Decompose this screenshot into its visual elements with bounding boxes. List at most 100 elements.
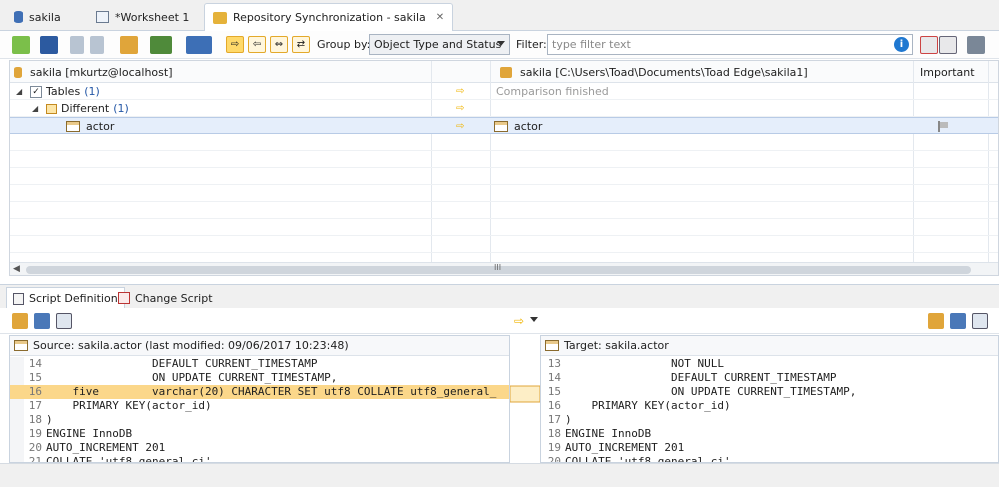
target-pane: Target: sakila.actor 13 NOT NULL 14 DEFA… bbox=[540, 335, 999, 463]
copy-script-icon[interactable] bbox=[950, 313, 966, 329]
save-icon[interactable] bbox=[40, 36, 58, 54]
code-line: 17) bbox=[541, 413, 998, 427]
code-text: PRIMARY KEY(actor_id) bbox=[46, 399, 212, 412]
code-text: ENGINE InnoDB bbox=[46, 427, 133, 440]
tab-label: *Worksheet 1 bbox=[115, 10, 190, 24]
tree-row-empty bbox=[10, 236, 998, 253]
group-by-select[interactable]: Object Type and Status bbox=[369, 34, 510, 55]
comparison-grid: sakila [mkurtz@localhost] sakila [C:\Use… bbox=[9, 60, 999, 276]
arrow-right-icon: ⇨ bbox=[230, 39, 240, 50]
row-count: (1) bbox=[84, 85, 100, 98]
code-text: five varchar(20) CHARACTER SET utf8 COLL… bbox=[46, 385, 497, 398]
sql-export-icon[interactable] bbox=[972, 313, 988, 329]
settings-icon[interactable] bbox=[120, 36, 138, 54]
line-number: 20 bbox=[28, 441, 42, 454]
tab-worksheet[interactable]: *Worksheet 1 bbox=[88, 4, 197, 30]
line-number: 16 bbox=[28, 385, 42, 398]
tree-row-actor[interactable]: actor ⇨ actor bbox=[10, 117, 998, 134]
tree-row-different[interactable]: ◢ Different (1) ⇨ bbox=[10, 100, 998, 117]
target-code[interactable]: 13 NOT NULL 14 DEFAULT CURRENT_TIMESTAMP… bbox=[541, 357, 998, 463]
tree-row-tables[interactable]: ◢ ✓ Tables (1) ⇨ Comparison finished bbox=[10, 83, 998, 100]
tab-label: sakila bbox=[29, 10, 61, 24]
code-text: ) bbox=[565, 413, 572, 426]
code-text: NOT NULL bbox=[565, 357, 724, 370]
group-by-label: Group by: bbox=[317, 38, 371, 51]
copy-right-icon[interactable] bbox=[90, 36, 104, 54]
line-number: 17 bbox=[28, 399, 42, 412]
chevron-down-icon[interactable] bbox=[530, 317, 538, 322]
line-number: 21 bbox=[28, 455, 42, 463]
ignore-icon[interactable] bbox=[920, 36, 938, 54]
chevron-down-icon bbox=[497, 41, 505, 46]
layout-dropdown-icon[interactable] bbox=[186, 36, 212, 54]
toggle-view-icon[interactable] bbox=[939, 36, 957, 54]
code-text: ON UPDATE CURRENT_TIMESTAMP, bbox=[46, 371, 338, 384]
collapse-triangle-icon[interactable]: ◢ bbox=[16, 87, 26, 96]
code-text: PRIMARY KEY(actor_id) bbox=[565, 399, 731, 412]
tab-label: Script Definition bbox=[29, 292, 118, 305]
info-icon[interactable]: i bbox=[894, 37, 909, 52]
script-icon bbox=[13, 292, 24, 305]
line-number: 18 bbox=[28, 413, 42, 426]
code-line: 19 ENGINE InnoDB bbox=[10, 427, 509, 441]
collapse-triangle-icon[interactable]: ◢ bbox=[32, 104, 42, 113]
left-column-header[interactable]: sakila [mkurtz@localhost] bbox=[14, 61, 172, 83]
show-conflicts-button[interactable]: ⇔ bbox=[270, 36, 288, 53]
tables-checkbox[interactable]: ✓ bbox=[30, 85, 42, 98]
line-number: 18 bbox=[547, 427, 561, 440]
left-header-label: sakila [mkurtz@localhost] bbox=[30, 65, 173, 79]
horizontal-scrollbar[interactable]: ◀ III bbox=[10, 262, 998, 275]
folder-database-icon bbox=[500, 66, 512, 78]
sql-worksheet-icon bbox=[96, 11, 109, 23]
code-text: ENGINE InnoDB bbox=[565, 427, 652, 440]
tab-change-script[interactable]: Change Script bbox=[112, 287, 219, 309]
group-by-value: Object Type and Status bbox=[374, 38, 502, 51]
filter-input[interactable]: type filter text i bbox=[547, 34, 913, 55]
line-number: 14 bbox=[28, 357, 42, 370]
tree-row-empty bbox=[10, 134, 998, 151]
source-code[interactable]: 14 DEFAULT CURRENT_TIMESTAMP 15 ON UPDAT… bbox=[10, 357, 509, 463]
tab-repository-synchronization[interactable]: Repository Synchronization - sakila ✕ bbox=[204, 3, 454, 31]
code-line: 13 NOT NULL bbox=[541, 357, 998, 371]
different-icon bbox=[46, 103, 57, 114]
close-icon[interactable]: ✕ bbox=[436, 12, 444, 23]
show-all-button[interactable]: ⇨ bbox=[226, 36, 244, 53]
code-line: 18 ENGINE InnoDB bbox=[541, 427, 998, 441]
compare-icon[interactable] bbox=[12, 36, 30, 54]
line-number: 19 bbox=[547, 441, 561, 454]
source-title: Source: sakila.actor (last modified: 09/… bbox=[33, 339, 349, 352]
line-number: 19 bbox=[28, 427, 42, 440]
arrow-right-icon: ⇨ bbox=[456, 103, 465, 114]
tree-row-empty bbox=[10, 219, 998, 236]
code-text: COLLATE 'utf8_general_ci' bbox=[565, 455, 731, 463]
sql-export-icon[interactable] bbox=[56, 313, 72, 329]
right-column-header[interactable]: sakila [C:\Users\Toad\Documents\Toad Edg… bbox=[500, 61, 808, 83]
tab-script-definition[interactable]: Script Definition bbox=[6, 287, 125, 309]
table-icon bbox=[66, 121, 80, 132]
tab-label: Repository Synchronization - sakila bbox=[233, 11, 426, 24]
flag-icon[interactable] bbox=[938, 118, 948, 135]
right-header-label: sakila [C:\Users\Toad\Documents\Toad Edg… bbox=[520, 65, 808, 79]
filter-placeholder: type filter text bbox=[552, 38, 631, 51]
code-line: 17 PRIMARY KEY(actor_id) bbox=[10, 399, 509, 413]
line-number: 20 bbox=[547, 455, 561, 463]
table-icon bbox=[494, 121, 508, 132]
tools-icon[interactable] bbox=[967, 36, 985, 54]
filter-dropdown-icon[interactable] bbox=[150, 36, 172, 54]
database-icon bbox=[14, 11, 23, 23]
open-script-icon[interactable] bbox=[928, 313, 944, 329]
important-column-header[interactable]: Important bbox=[920, 61, 975, 83]
conflict-icon: ⇔ bbox=[274, 39, 284, 50]
copy-script-icon[interactable] bbox=[34, 313, 50, 329]
open-script-icon[interactable] bbox=[12, 313, 28, 329]
arrow-right-icon: ⇨ bbox=[456, 86, 465, 97]
scroll-left-icon[interactable]: ◀ bbox=[13, 264, 20, 274]
code-text: AUTO_INCREMENT 201 bbox=[46, 441, 166, 454]
editor-tab-bar: sakila *Worksheet 1 Repository Synchroni… bbox=[0, 0, 999, 31]
arrow-right-icon[interactable]: ⇨ bbox=[514, 314, 524, 328]
filter-label: Filter: bbox=[516, 38, 547, 51]
tab-sakila[interactable]: sakila bbox=[6, 4, 69, 30]
show-left-button[interactable]: ⇦ bbox=[248, 36, 266, 53]
copy-left-icon[interactable] bbox=[70, 36, 84, 54]
show-changes-button[interactable]: ⇄ bbox=[292, 36, 310, 53]
